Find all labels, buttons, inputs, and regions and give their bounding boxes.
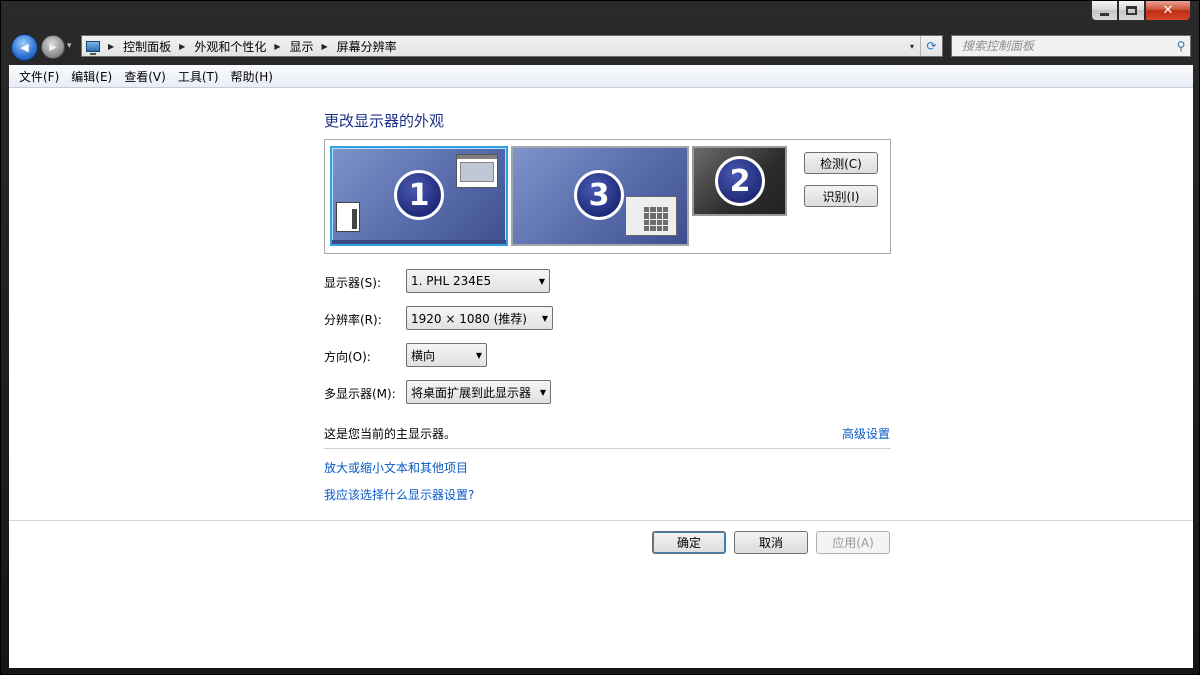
multi-display-select[interactable]: 将桌面扩展到此显示器 ▼ (406, 380, 551, 404)
breadcrumb-separator-icon[interactable]: ▶ (179, 42, 185, 51)
breadcrumb-display[interactable]: 显示 (290, 38, 314, 55)
display-select[interactable]: 1. PHL 234E5 ▼ (406, 269, 550, 293)
control-panel-icon (86, 40, 100, 55)
recent-pages-button[interactable]: ▾ (67, 41, 72, 51)
search-box[interactable]: ⚲ (951, 35, 1191, 57)
breadcrumb-screen-resolution[interactable]: 屏幕分辨率 (337, 38, 397, 55)
advanced-settings-link[interactable]: 高级设置 (842, 425, 890, 442)
search-input[interactable] (960, 38, 1172, 54)
chevron-down-icon: ▾ (67, 41, 72, 51)
ok-button[interactable]: 确定 (652, 531, 726, 554)
text-size-link[interactable]: 放大或缩小文本和其他项目 (324, 459, 468, 476)
refresh-icon: ⟳ (926, 39, 937, 53)
multi-display-label: 多显示器(M): (324, 387, 396, 401)
orientation-label: 方向(O): (324, 350, 371, 364)
primary-display-status: 这是您当前的主显示器。 (324, 427, 457, 441)
window-thumbnail-icon (456, 154, 498, 188)
forward-arrow-icon: ▶ (49, 41, 57, 53)
caption-buttons: ✕ (1091, 1, 1191, 21)
close-icon: ✕ (1162, 3, 1174, 18)
menu-bar: 文件(F) 编辑(E) 查看(V) 工具(T) 帮助(H) (9, 65, 1193, 88)
dropdown-arrow-icon: ▼ (541, 313, 549, 323)
display-select-value: 1. PHL 234E5 (411, 274, 492, 288)
menu-help[interactable]: 帮助(H) (225, 68, 279, 85)
footer-divider (9, 520, 1193, 521)
address-dropdown-button[interactable]: ▾ (904, 36, 920, 56)
page-title: 更改显示器的外观 (324, 112, 445, 130)
resolution-select[interactable]: 1920 × 1080 (推荐) ▼ (406, 306, 553, 330)
dropdown-arrow-icon: ▼ (539, 387, 547, 397)
refresh-button[interactable]: ⟳ (920, 36, 942, 56)
close-button[interactable]: ✕ (1145, 1, 1191, 21)
chevron-down-icon: ▾ (909, 41, 914, 51)
content-area: 更改显示器的外观 1 3 2 检测(C) 识别(I) 显示器(S): 1. PH… (9, 88, 1193, 668)
menu-file[interactable]: 文件(F) (13, 68, 65, 85)
menu-edit[interactable]: 编辑(E) (65, 68, 118, 85)
address-bar[interactable]: ▶ 控制面板 ▶ 外观和个性化 ▶ 显示 ▶ 屏幕分辨率 ▾ ⟳ (81, 35, 943, 57)
apply-button[interactable]: 应用(A) (816, 531, 890, 554)
breadcrumb-separator-icon[interactable]: ▶ (322, 42, 328, 51)
breadcrumb-control-panel[interactable]: 控制面板 (123, 38, 171, 55)
control-panel-window: ✕ ◀ ▶ ▾ ▶ 控制面板 ▶ 外观和个性化 ▶ 显示 ▶ 屏幕分辨率 ▾ ⟳… (0, 0, 1200, 675)
monitor-1[interactable]: 1 (330, 146, 508, 246)
orientation-select-value: 横向 (411, 348, 436, 363)
start-menu-grid-icon (625, 196, 677, 236)
maximize-icon (1126, 6, 1137, 15)
resolution-select-value: 1920 × 1080 (推荐) (411, 311, 527, 326)
identify-button[interactable]: 识别(I) (804, 185, 878, 207)
monitor-3[interactable]: 3 (511, 146, 689, 246)
search-icon[interactable]: ⚲ (1172, 39, 1190, 53)
breadcrumb-separator-icon[interactable]: ▶ (274, 42, 280, 51)
dropdown-arrow-icon: ▼ (475, 350, 483, 360)
minimize-button[interactable] (1091, 1, 1118, 21)
menu-tools[interactable]: 工具(T) (172, 68, 225, 85)
monitor-number-badge: 1 (394, 170, 444, 220)
back-button[interactable]: ◀ (11, 34, 38, 61)
multi-display-select-value: 将桌面扩展到此显示器 (411, 385, 532, 400)
breadcrumb-appearance[interactable]: 外观和个性化 (194, 38, 266, 55)
detect-button[interactable]: 检测(C) (804, 152, 878, 174)
resolution-label: 分辨率(R): (324, 313, 382, 327)
taskbar-thumbnail-icon (336, 202, 360, 232)
dropdown-arrow-icon: ▼ (538, 276, 546, 286)
forward-button[interactable]: ▶ (41, 35, 65, 59)
cancel-button[interactable]: 取消 (734, 531, 808, 554)
monitor-number-badge: 3 (574, 170, 624, 220)
section-divider (324, 448, 891, 449)
back-arrow-icon: ◀ (20, 41, 29, 54)
display-settings-help-link[interactable]: 我应该选择什么显示器设置? (324, 486, 474, 503)
monitor-2[interactable]: 2 (692, 146, 787, 216)
display-label: 显示器(S): (324, 276, 382, 290)
monitor-number-badge: 2 (715, 156, 765, 206)
minimize-icon (1100, 12, 1109, 16)
breadcrumb-separator-icon: ▶ (108, 41, 115, 51)
menu-view[interactable]: 查看(V) (118, 68, 172, 85)
orientation-select[interactable]: 横向 ▼ (406, 343, 487, 367)
maximize-button[interactable] (1118, 1, 1145, 21)
